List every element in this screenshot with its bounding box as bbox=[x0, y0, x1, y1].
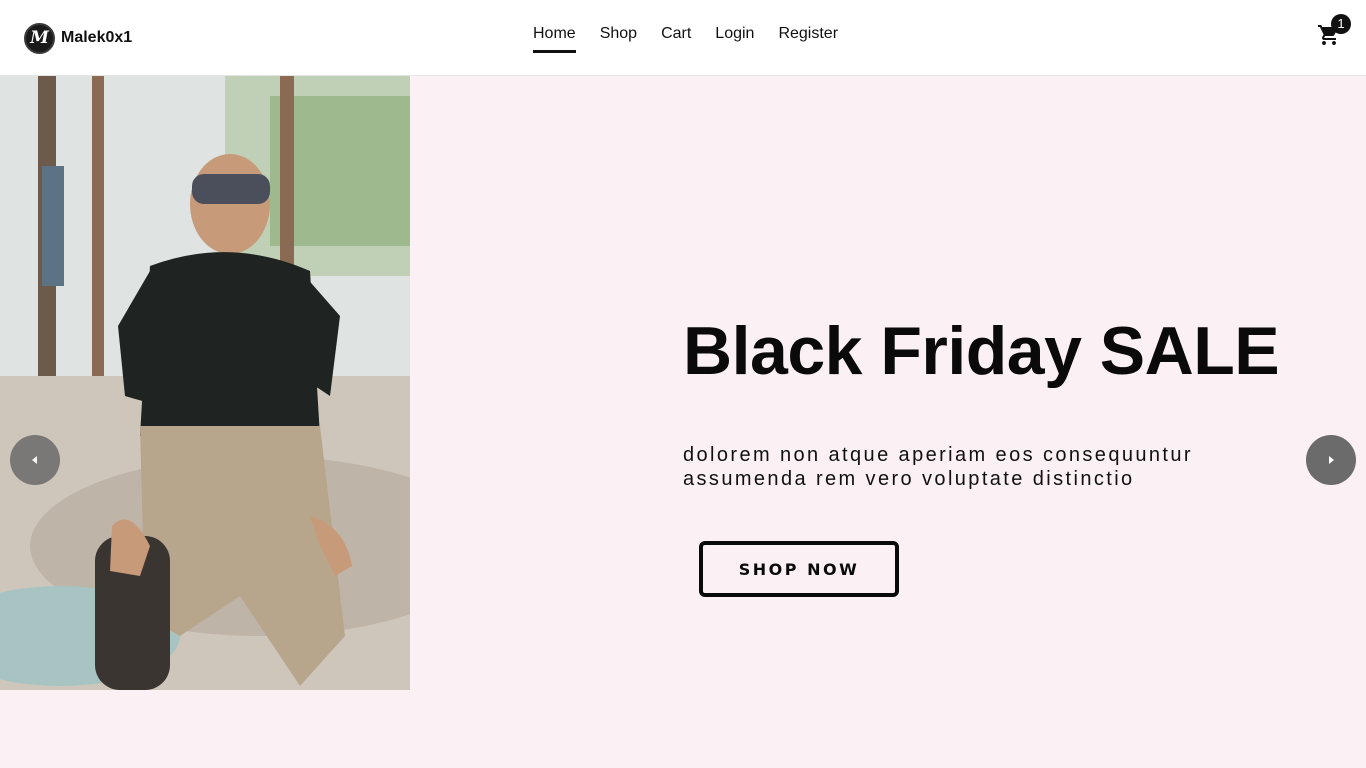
nav-register[interactable]: Register bbox=[778, 25, 838, 53]
site-header: M Malek0x1 Home Shop Cart Login Register… bbox=[0, 0, 1366, 76]
shop-now-button[interactable]: SHOP NOW bbox=[699, 541, 899, 597]
nav-login[interactable]: Login bbox=[715, 25, 754, 53]
nav-shop[interactable]: Shop bbox=[600, 25, 637, 53]
main-nav: Home Shop Cart Login Register bbox=[533, 25, 862, 53]
nav-cart[interactable]: Cart bbox=[661, 25, 691, 53]
skateboarder-photo bbox=[0, 76, 410, 690]
carousel-next-button[interactable] bbox=[1306, 435, 1356, 485]
hero-description: dolorem non atque aperiam eos consequunt… bbox=[683, 444, 1193, 490]
brand[interactable]: M Malek0x1 bbox=[24, 22, 132, 54]
brand-name[interactable]: Malek0x1 bbox=[61, 29, 132, 47]
logo-icon[interactable]: M bbox=[24, 22, 55, 54]
nav-home[interactable]: Home bbox=[533, 25, 576, 53]
hero-image bbox=[0, 76, 410, 690]
cart-count-badge: 1 bbox=[1331, 14, 1351, 34]
caret-left-icon bbox=[32, 456, 37, 464]
caret-right-icon bbox=[1329, 456, 1334, 464]
carousel-prev-button[interactable] bbox=[10, 435, 60, 485]
hero-title: Black Friday SALE bbox=[683, 313, 1280, 389]
